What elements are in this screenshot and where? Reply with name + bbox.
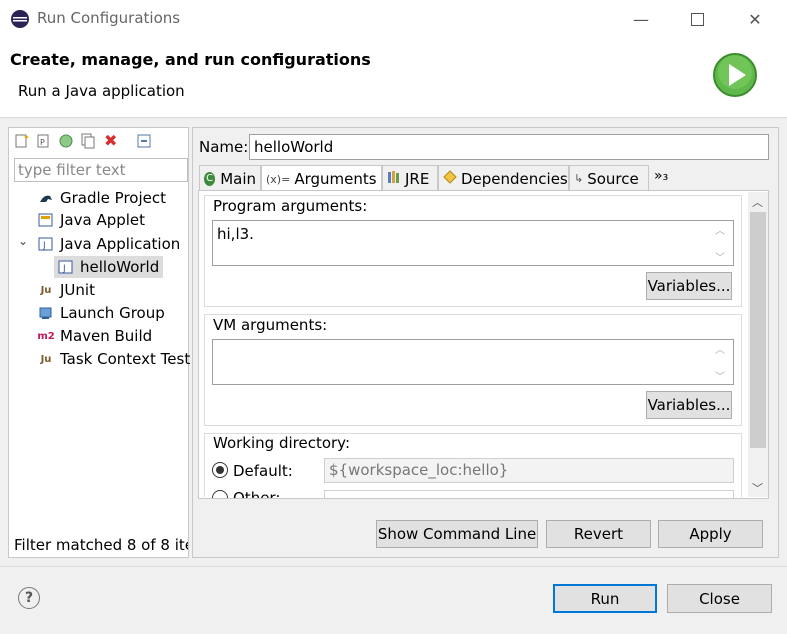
tab-label: Arguments	[294, 170, 377, 188]
close-button[interactable]: Close	[667, 584, 772, 613]
maximize-icon[interactable]	[682, 6, 712, 32]
java-application-icon: J	[38, 236, 54, 252]
tree-item-label: Java Application	[60, 235, 181, 253]
new-configuration-icon[interactable]: ✦	[14, 133, 30, 149]
vm-arguments-label: VM arguments:	[213, 316, 328, 334]
dependencies-tab-icon	[443, 169, 457, 188]
vm-arguments-scrollbar[interactable]: ︿ ﹀	[712, 341, 728, 383]
source-tab-icon: ↳	[574, 172, 584, 185]
working-directory-label: Working directory:	[213, 434, 351, 452]
other-radio[interactable]	[212, 490, 228, 498]
tree-item-junit[interactable]: Ju JUnit	[38, 279, 190, 301]
minimize-icon[interactable]: —	[626, 6, 656, 32]
tab-label: Source	[587, 169, 639, 188]
chevron-down-icon[interactable]: ⌄	[18, 234, 28, 248]
scroll-down-icon[interactable]: ﹀	[752, 480, 763, 496]
window-title: Run Configurations	[37, 9, 181, 27]
tree-item-label: Maven Build	[60, 327, 153, 345]
tab-arguments[interactable]: (x)= Arguments	[261, 165, 382, 192]
run-icon	[712, 52, 758, 98]
tab-main[interactable]: C Main	[199, 165, 261, 191]
tab-label: Dependencies	[461, 169, 568, 188]
maven-icon: m2	[37, 330, 55, 342]
tree-item-label: Java Applet	[60, 211, 146, 229]
svg-text:✦: ✦	[23, 133, 30, 142]
other-label: Other:	[233, 490, 280, 498]
tree-list-3: Ju JUnit Launch Group m2 Maven Build Ju …	[37, 279, 191, 370]
default-radio[interactable]	[212, 462, 228, 478]
tab-body-scrollbar[interactable]: ︿ ﹀	[748, 192, 768, 497]
new-prototype-icon[interactable]: P	[36, 133, 52, 149]
program-arguments-scrollbar[interactable]: ︿ ﹀	[712, 222, 728, 264]
export-icon[interactable]	[58, 133, 74, 149]
delete-icon[interactable]: ✖	[104, 133, 120, 149]
arguments-tab-icon: (x)=	[266, 172, 291, 186]
program-arguments-value: hi,l3.	[217, 225, 254, 243]
svg-text:J: J	[62, 264, 66, 274]
tree-item-java-applet[interactable]: Java Applet	[38, 209, 166, 231]
tab-source[interactable]: ↳ Source	[569, 165, 649, 191]
tab-label: JRE	[405, 169, 430, 188]
svg-text:P: P	[40, 138, 45, 147]
close-icon[interactable]: ✕	[740, 6, 770, 32]
header-subtitle: Run a Java application	[18, 82, 185, 100]
run-button[interactable]: Run	[553, 584, 657, 613]
tree-item-label: Launch Group	[60, 304, 165, 322]
java-application-icon: J	[58, 259, 74, 275]
tree-item-label: Task Context Test	[60, 350, 191, 368]
gradle-icon	[38, 190, 54, 206]
other-directory-field[interactable]	[324, 490, 734, 498]
vm-arguments-variables-button[interactable]: Variables...	[646, 391, 732, 419]
program-arguments-label: Program arguments:	[213, 197, 368, 215]
tree-list: Gradle Project Java Applet	[38, 187, 166, 231]
task-context-icon: Ju	[40, 353, 52, 365]
program-arguments-textarea[interactable]: hi,l3.	[212, 220, 734, 266]
default-directory-field[interactable]: ${workspace_loc:hello}	[324, 458, 734, 483]
eclipse-icon	[10, 9, 30, 29]
help-icon[interactable]: ?	[18, 587, 40, 609]
tree-list-2: J Java Application	[38, 233, 180, 255]
tree-item-label: Gradle Project	[60, 189, 166, 207]
name-field[interactable]: helloWorld	[249, 134, 769, 160]
main-tab-icon: C	[204, 171, 216, 186]
java-applet-icon	[38, 212, 54, 228]
scrollbar-thumb[interactable]	[750, 212, 766, 448]
footer-divider	[0, 566, 787, 567]
tree-item-launch-group[interactable]: Launch Group	[38, 302, 190, 324]
collapse-all-icon[interactable]	[136, 133, 152, 149]
tab-dependencies[interactable]: Dependencies	[438, 165, 569, 191]
tree-item-task-context-test[interactable]: Ju Task Context Test	[38, 348, 191, 370]
header-title: Create, manage, and run configurations	[10, 50, 371, 69]
launch-group-icon	[38, 305, 54, 321]
scroll-up-icon[interactable]: ︿	[752, 194, 763, 210]
default-label: Default:	[233, 462, 293, 480]
revert-button[interactable]: Revert	[546, 520, 651, 548]
tree-item-helloworld[interactable]: J helloWorld	[54, 256, 163, 278]
junit-icon: Ju	[40, 284, 52, 296]
tree-item-label: helloWorld	[80, 258, 160, 276]
apply-button[interactable]: Apply	[658, 520, 763, 548]
vm-arguments-textarea[interactable]	[212, 339, 734, 385]
show-command-line-button[interactable]: Show Command Line	[376, 520, 538, 548]
tab-label: Main	[220, 169, 256, 188]
tree-item-maven-build[interactable]: m2 Maven Build	[37, 325, 190, 347]
jre-tab-icon	[387, 170, 401, 188]
tree-item-gradle-project[interactable]: Gradle Project	[38, 187, 166, 209]
name-label: Name:	[199, 138, 249, 156]
duplicate-icon[interactable]	[80, 133, 96, 149]
program-arguments-variables-button[interactable]: Variables...	[646, 272, 732, 300]
tree-item-label: JUnit	[60, 281, 95, 299]
tab-jre[interactable]: JRE	[382, 165, 438, 191]
svg-text:J: J	[42, 241, 46, 251]
filter-status: Filter matched 8 of 8 ite	[14, 536, 188, 554]
more-tabs-icon[interactable]: »₃	[654, 168, 668, 184]
tree-item-java-application[interactable]: J Java Application	[38, 233, 180, 255]
filter-input[interactable]: type filter text	[14, 158, 188, 182]
